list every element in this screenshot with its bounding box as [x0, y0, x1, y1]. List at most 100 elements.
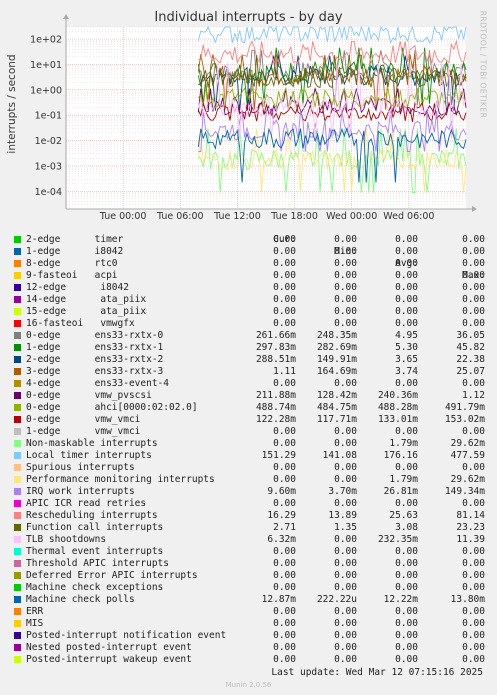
legend-avg-value: 3.08 — [395, 522, 418, 533]
legend-min-value: 117.71m — [316, 414, 357, 425]
legend-row: Machine check exceptions 0.00 0.00 0.00 0.00 — [14, 582, 485, 594]
legend-avg-value: 0.00 — [395, 246, 418, 257]
legend-swatch — [14, 344, 21, 351]
legend-swatch — [14, 260, 21, 267]
legend-min-value: 0.00 — [334, 318, 357, 329]
legend-min-value: 0.00 — [334, 474, 357, 485]
x-tick-label: Wed 00:00 — [326, 211, 377, 222]
legend-label: Rescheduling interrupts — [26, 510, 158, 521]
legend-min-value: 0.00 — [334, 654, 357, 665]
legend-label: Local timer interrupts — [26, 450, 152, 461]
legend-max-value: 491.79m — [444, 402, 485, 413]
legend-avg-value: 176.16 — [383, 450, 418, 461]
legend-avg-value: 0.00 — [395, 498, 418, 509]
legend-swatch — [14, 488, 21, 495]
legend-cur-value: 12.87m — [261, 594, 296, 605]
y-tick-label: 1e-04 — [35, 187, 62, 198]
legend-label: Spurious interrupts — [26, 462, 135, 473]
y-tick-label: 1e-02 — [35, 136, 62, 147]
legend-avg-value: 0.00 — [395, 270, 418, 281]
legend-label: Posted-interrupt wakeup event — [26, 654, 192, 665]
legend-max-value: 0.00 — [462, 318, 485, 329]
legend-min-value: 282.69m — [316, 342, 357, 353]
legend-cur-value: 0.00 — [273, 474, 296, 485]
legend-cur-value: 211.88m — [255, 390, 296, 401]
legend-swatch — [14, 368, 21, 375]
x-axis-arrow — [472, 206, 477, 212]
legend-min-value: 0.00 — [334, 270, 357, 281]
legend-row: 0-edge vmw_vmci 122.28m 117.71m 133.01m 153.… — [14, 414, 485, 426]
legend-max-value: 29.62m — [450, 438, 485, 449]
y-tick-label: 1e-03 — [35, 161, 62, 172]
legend-row: Local timer interrupts 151.29 141.08 176.16… — [14, 450, 485, 462]
legend-label: 4-edge ens33-event-4 — [26, 378, 169, 389]
x-tick-label: Tue 00:00 — [99, 211, 147, 222]
legend-swatch — [14, 464, 21, 471]
legend-row: 1-edge vmw_vmci 0.00 0.00 0.00 0.00 — [14, 426, 485, 438]
legend-row: Non-maskable interrupts 0.00 0.00 1.79m 29.6… — [14, 438, 485, 450]
legend-cur-value: 0.00 — [273, 378, 296, 389]
legend-avg-value: 0.00 — [395, 282, 418, 293]
legend-max-value: 0.00 — [462, 258, 485, 269]
legend-cur-value: 0.00 — [273, 294, 296, 305]
legend-label: Threshold APIC interrupts — [26, 558, 169, 569]
legend-max-value: 149.34m — [444, 486, 485, 497]
legend-swatch — [14, 584, 21, 591]
legend-avg-value: 0.00 — [395, 570, 418, 581]
legend-label: Nested posted-interrupt event — [26, 642, 192, 653]
legend-label: 8-edge rtc0 — [26, 258, 118, 269]
legend-swatch — [14, 512, 21, 519]
legend-cur-value: 0.00 — [273, 426, 296, 437]
y-axis-arrow — [63, 14, 69, 19]
legend-label: 9-fasteoi acpi — [26, 270, 118, 281]
legend-label: Posted-interrupt notification event — [26, 630, 227, 641]
legend-cur-value: 122.28m — [255, 414, 296, 425]
legend-max-value: 13.80m — [450, 594, 485, 605]
legend-swatch — [14, 320, 21, 327]
legend-avg-value: 4.95 — [395, 330, 418, 341]
legend-max-value: 0.00 — [462, 498, 485, 509]
legend-row: 1-edge ens33-rxtx-1 297.83m 282.69m 5.30 45.… — [14, 342, 485, 354]
legend-table: Cur: Min: Avg: Max: 2-edge timer 0.00 0.00… — [14, 222, 485, 666]
legend-avg-value: 240.36m — [377, 390, 418, 401]
legend-max-value: 0.00 — [462, 378, 485, 389]
legend-swatch — [14, 548, 21, 555]
legend-max-value: 0.00 — [462, 654, 485, 665]
legend-header-row: Cur: Min: Avg: Max: — [14, 222, 485, 281]
legend-min-value: 0.00 — [334, 294, 357, 305]
legend-row: 12-edge i8042 0.00 0.00 0.00 0.00 — [14, 282, 485, 294]
legend-row: Spurious interrupts 0.00 0.00 0.00 0.00 — [14, 462, 485, 474]
legend-max-value: 153.02m — [444, 414, 485, 425]
legend-swatch — [14, 236, 21, 243]
legend-min-value: 149.91m — [316, 354, 357, 365]
legend-label: 14-edge ata_piix — [26, 294, 147, 305]
legend-cur-value: 1.11 — [273, 366, 296, 377]
legend-avg-value: 1.79m — [389, 438, 418, 449]
legend-avg-value: 488.28m — [377, 402, 418, 413]
legend-max-value: 0.00 — [462, 618, 485, 629]
legend-cur-value: 16.29 — [267, 510, 296, 521]
legend-row: APIC ICR read retries 0.00 0.00 0.00 0.00 — [14, 498, 485, 510]
legend-row: Performance monitoring interrupts 0.00 0.0… — [14, 474, 485, 486]
legend-label: 12-edge i8042 — [26, 282, 129, 293]
legend-label: TLB shootdowns — [26, 534, 107, 545]
legend-min-value: 484.75m — [316, 402, 357, 413]
legend-avg-value: 3.74 — [395, 366, 418, 377]
legend-min-value: 0.00 — [334, 534, 357, 545]
legend-min-value: 248.35m — [316, 330, 357, 341]
legend-swatch — [14, 308, 21, 315]
legend-label: Machine check exceptions — [26, 582, 164, 593]
legend-avg-value: 0.00 — [395, 462, 418, 473]
legend-swatch — [14, 596, 21, 603]
legend-row: Machine check polls 12.87m 222.22u 12.22m 13… — [14, 594, 485, 606]
legend-min-value: 141.08 — [322, 450, 357, 461]
legend-swatch — [14, 524, 21, 531]
legend-cur-value: 6.32m — [267, 534, 296, 545]
legend-avg-value: 0.00 — [395, 426, 418, 437]
legend-min-value: 0.00 — [334, 426, 357, 437]
legend-avg-value: 133.01m — [377, 414, 418, 425]
legend-label: 0-edge ens33-rxtx-0 — [26, 330, 164, 341]
legend-cur-value: 0.00 — [273, 258, 296, 269]
legend-label: 0-edge vmw_vmci — [26, 414, 141, 425]
chart-plot: 1e+02 1e+01 1e+00 1e-01 1e-02 1e-03 1e-04 Tue 0… — [30, 14, 477, 222]
